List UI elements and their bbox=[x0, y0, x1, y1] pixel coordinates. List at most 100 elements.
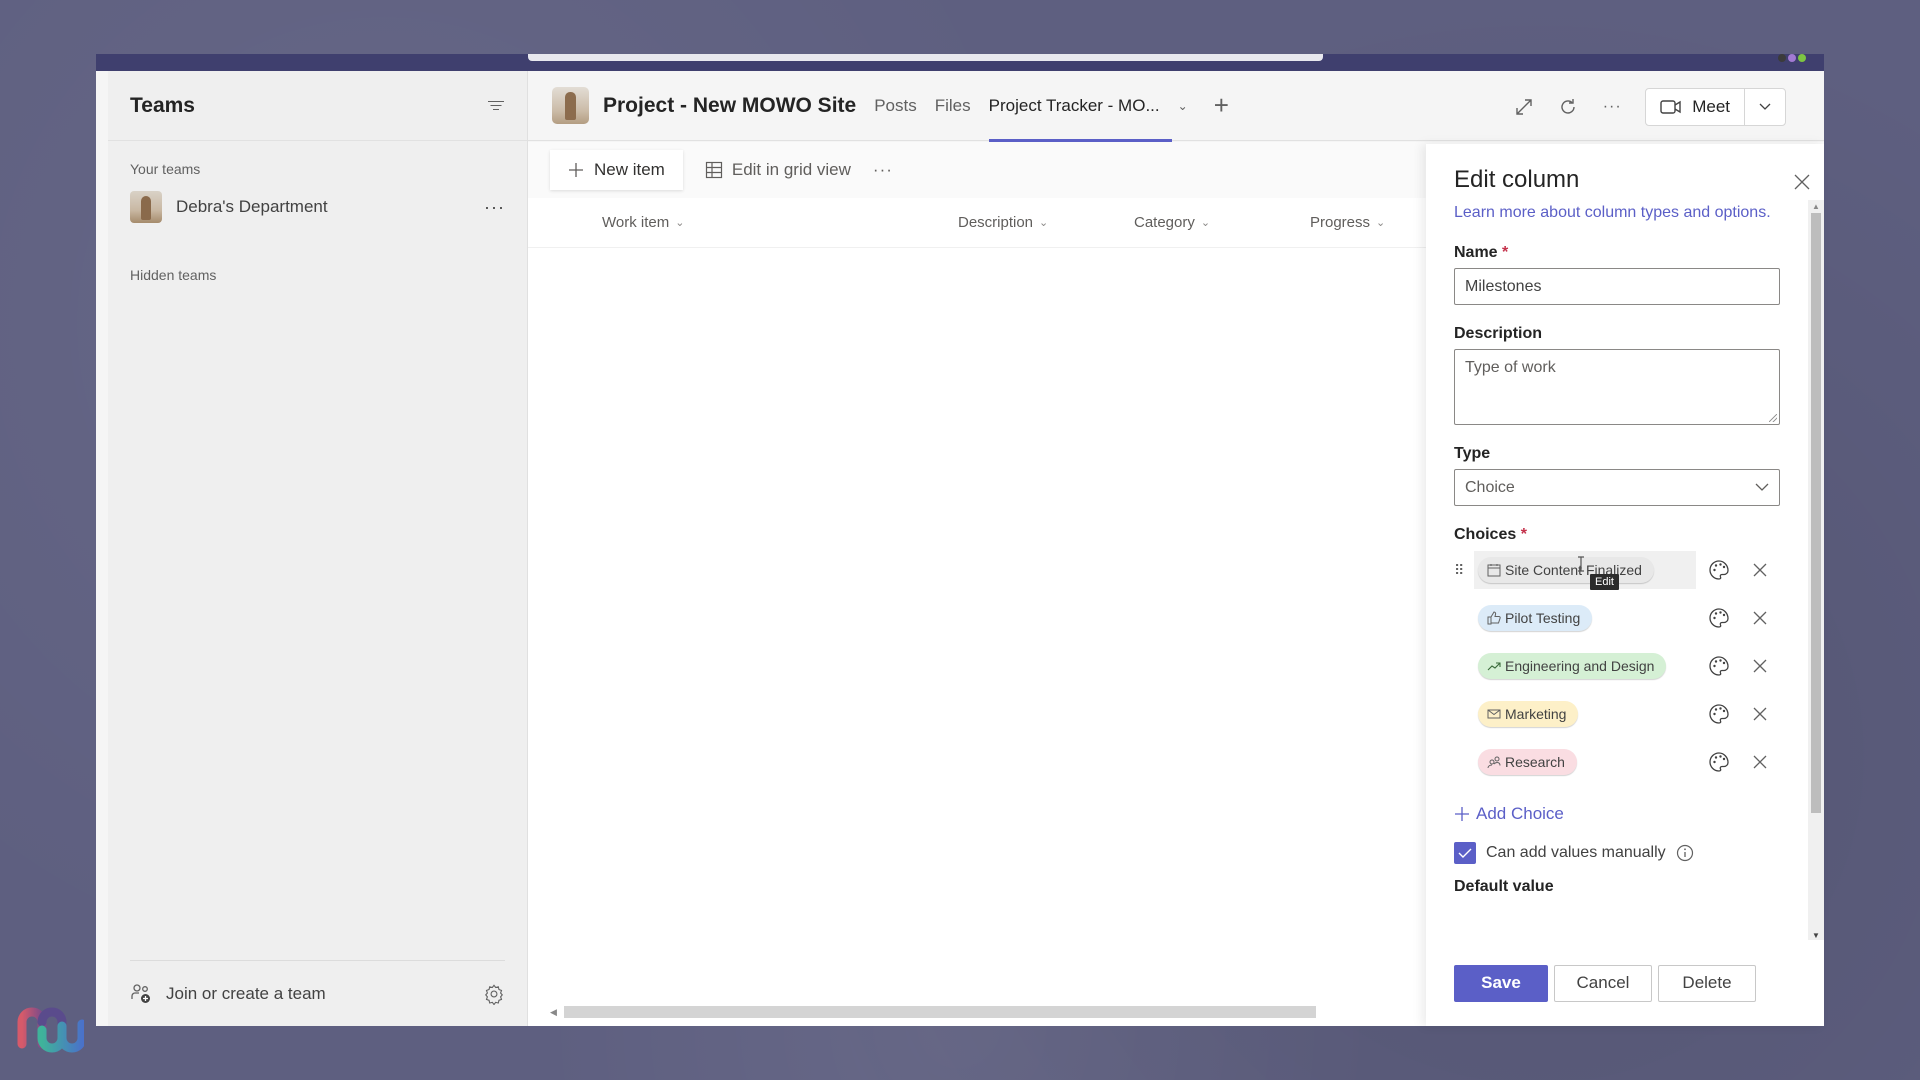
close-icon[interactable] bbox=[1752, 610, 1768, 626]
edit-tooltip: Edit bbox=[1590, 574, 1619, 590]
choice-pill[interactable]: Engineering and Design bbox=[1478, 653, 1667, 679]
type-select[interactable]: Choice bbox=[1454, 469, 1780, 506]
close-icon[interactable] bbox=[1752, 706, 1768, 722]
scrollbar-thumb[interactable] bbox=[564, 1006, 1316, 1018]
column-header-description[interactable]: Description ⌄ bbox=[958, 214, 1048, 231]
chevron-down-icon: ⌄ bbox=[1039, 217, 1049, 229]
meet-options-chevron-icon[interactable] bbox=[1745, 89, 1785, 125]
chevron-down-icon: ⌄ bbox=[1200, 217, 1211, 229]
teams-header: Teams bbox=[108, 71, 527, 141]
choice-pill[interactable]: Research bbox=[1478, 749, 1577, 775]
edit-grid-view-label: Edit in grid view bbox=[731, 160, 851, 179]
meet-button[interactable]: Meet bbox=[1646, 89, 1745, 125]
column-label: Description bbox=[958, 214, 1034, 231]
scrollbar-thumb[interactable] bbox=[1811, 213, 1821, 813]
plus-icon bbox=[569, 163, 583, 177]
close-icon[interactable] bbox=[1752, 562, 1768, 578]
close-icon[interactable] bbox=[1752, 754, 1768, 770]
team-avatar bbox=[130, 191, 162, 223]
column-label: Progress bbox=[1310, 214, 1371, 231]
palette-icon[interactable] bbox=[1708, 703, 1730, 725]
delete-button[interactable]: Delete bbox=[1658, 964, 1756, 1002]
can-add-values-manually-row: Can add values manually bbox=[1454, 842, 1784, 864]
join-or-create-team-link[interactable]: Join or create a team bbox=[166, 984, 483, 1004]
gear-icon[interactable] bbox=[483, 983, 505, 1005]
teams-title: Teams bbox=[130, 93, 195, 117]
learn-more-link[interactable]: Learn more about column types and option… bbox=[1454, 204, 1784, 222]
filter-icon[interactable] bbox=[487, 99, 505, 113]
column-header-category[interactable]: Category ⌄ bbox=[1134, 214, 1210, 231]
description-textarea[interactable]: Type of work bbox=[1454, 349, 1780, 425]
channel-title: Project - New MOWO Site bbox=[603, 93, 857, 117]
horizontal-scrollbar[interactable]: ◀ bbox=[550, 1006, 1316, 1018]
refresh-icon[interactable] bbox=[1557, 96, 1579, 118]
choice-item: Pilot Testing bbox=[1454, 594, 1784, 642]
toolbar-more-button[interactable]: ··· bbox=[873, 160, 893, 180]
cancel-button[interactable]: Cancel bbox=[1554, 964, 1652, 1002]
your-teams-label: Your teams bbox=[130, 161, 201, 177]
choice-item: Engineering and Design bbox=[1454, 642, 1784, 690]
save-button[interactable]: Save bbox=[1454, 964, 1548, 1002]
mail-icon bbox=[1487, 709, 1501, 719]
choice-item: ⠿ Site Content Finalized Edit bbox=[1454, 546, 1784, 594]
tab-project-tracker[interactable]: Project Tracker - MO... bbox=[988, 71, 1172, 142]
palette-icon[interactable] bbox=[1708, 607, 1730, 629]
palette-icon[interactable] bbox=[1708, 559, 1730, 581]
tab-posts[interactable]: Posts bbox=[874, 71, 917, 141]
teams-footer: Join or create a team bbox=[130, 960, 505, 1026]
type-value: Choice bbox=[1465, 478, 1515, 496]
status-dot bbox=[1778, 54, 1786, 62]
resize-handle[interactable] bbox=[1769, 414, 1777, 422]
tab-files[interactable]: Files bbox=[935, 71, 971, 141]
expand-icon[interactable] bbox=[1513, 96, 1535, 118]
palette-icon[interactable] bbox=[1708, 655, 1730, 677]
team-name: Debra's Department bbox=[176, 197, 328, 216]
scroll-up-icon[interactable]: ▲ bbox=[1812, 202, 1820, 211]
scroll-down-icon[interactable]: ▼ bbox=[1812, 931, 1820, 940]
can-add-values-manually-checkbox[interactable] bbox=[1454, 842, 1476, 864]
trending-up-icon bbox=[1487, 662, 1501, 671]
thumbs-up-icon bbox=[1487, 611, 1501, 625]
meet-button-group: Meet bbox=[1645, 88, 1786, 126]
tab-options-chevron-icon[interactable]: ⌄ bbox=[1178, 99, 1188, 113]
add-choice-button[interactable]: Add Choice bbox=[1454, 804, 1784, 824]
info-icon[interactable] bbox=[1676, 844, 1694, 862]
add-tab-button[interactable]: + bbox=[1214, 90, 1229, 121]
name-input[interactable]: Milestones bbox=[1454, 268, 1780, 305]
profile-status[interactable] bbox=[1776, 54, 1806, 62]
choice-pill[interactable]: Site Content Finalized bbox=[1478, 557, 1654, 583]
checkmark-icon bbox=[1458, 848, 1472, 858]
hidden-teams-label[interactable]: Hidden teams bbox=[108, 233, 527, 283]
close-icon[interactable] bbox=[1792, 172, 1812, 192]
column-header-work-item[interactable]: Work item ⌄ bbox=[602, 214, 684, 231]
team-item-debras-department[interactable]: Debra's Department ··· bbox=[108, 181, 527, 233]
choice-label: Pilot Testing bbox=[1505, 610, 1581, 626]
choices-label-text: Choices bbox=[1454, 526, 1517, 543]
palette-icon[interactable] bbox=[1708, 751, 1730, 773]
column-label: Work item bbox=[602, 214, 670, 231]
scroll-left-icon[interactable]: ◀ bbox=[550, 1007, 557, 1018]
new-item-button[interactable]: New item bbox=[550, 150, 683, 190]
panel-vertical-scrollbar[interactable]: ▲ ▼ bbox=[1808, 200, 1824, 942]
required-mark: * bbox=[1502, 244, 1509, 261]
type-label: Type bbox=[1454, 445, 1491, 462]
column-header-progress[interactable]: Progress ⌄ bbox=[1310, 214, 1385, 231]
more-options-button[interactable]: ··· bbox=[1601, 96, 1623, 118]
chevron-down-icon bbox=[1755, 483, 1769, 491]
edit-grid-view-button[interactable]: Edit in grid view bbox=[693, 160, 863, 180]
app-logo bbox=[17, 1007, 84, 1053]
description-value: Type of work bbox=[1465, 359, 1556, 376]
column-label: Category bbox=[1134, 214, 1195, 231]
required-mark: * bbox=[1520, 526, 1527, 543]
team-more-options-button[interactable]: ··· bbox=[484, 197, 505, 218]
choice-pill[interactable]: Pilot Testing bbox=[1478, 605, 1593, 631]
close-icon[interactable] bbox=[1752, 658, 1768, 674]
choices-list: ⠿ Site Content Finalized Edit Pilot Test… bbox=[1454, 546, 1784, 786]
name-label-text: Name bbox=[1454, 244, 1498, 261]
edit-column-panel: Edit column Learn more about column type… bbox=[1426, 144, 1824, 1026]
chevron-down-icon: ⌄ bbox=[1376, 217, 1386, 229]
choice-pill[interactable]: Marketing bbox=[1478, 701, 1579, 727]
grid-icon bbox=[705, 161, 722, 179]
drag-handle-icon[interactable]: ⠿ bbox=[1454, 562, 1464, 579]
search-bar[interactable] bbox=[528, 54, 1323, 61]
